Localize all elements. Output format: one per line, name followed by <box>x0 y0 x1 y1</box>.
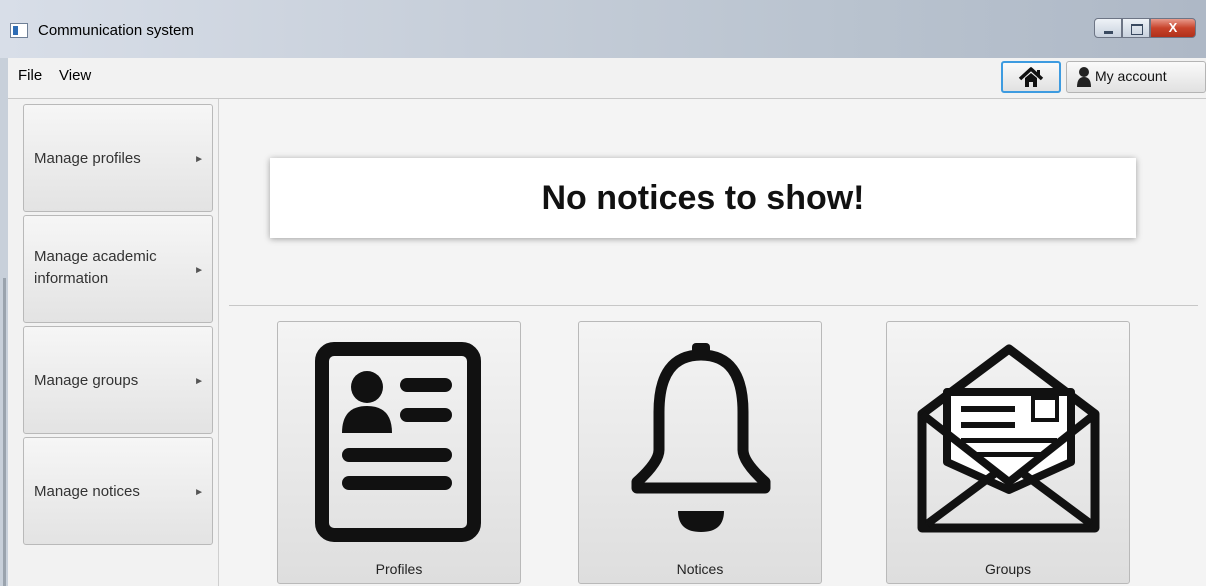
profile-card-icon <box>315 342 481 542</box>
sidebar-item-label: Manage notices <box>34 483 140 500</box>
maximize-button[interactable] <box>1122 18 1150 38</box>
window-controls: X <box>1094 18 1196 40</box>
window-title: Communication system <box>38 22 194 39</box>
main-content: No notices to show! Profiles Notices Gro… <box>219 99 1206 586</box>
notices-tile-button[interactable]: Notices <box>578 321 822 584</box>
bell-icon <box>631 343 771 532</box>
chevron-right-icon: ► <box>194 154 204 165</box>
home-button[interactable] <box>1001 61 1061 93</box>
chevron-right-icon: ► <box>194 265 204 276</box>
sidebar-item-label: Manage groups <box>34 372 139 389</box>
window-frame-left <box>0 58 8 586</box>
minimize-button[interactable] <box>1094 18 1122 38</box>
sidebar: Manage profiles ► Manage academic inform… <box>8 99 219 586</box>
home-icon <box>1018 67 1044 87</box>
my-account-button[interactable]: My account <box>1066 61 1206 93</box>
envelope-icon <box>917 344 1100 533</box>
sidebar-item-manage-academic-information[interactable]: Manage academic information ► <box>23 215 213 323</box>
groups-tile-label: Groups <box>985 561 1031 577</box>
my-account-label: My account <box>1095 68 1167 84</box>
sidebar-item-manage-groups[interactable]: Manage groups ► <box>23 326 213 434</box>
notices-tile-label: Notices <box>676 561 724 577</box>
sidebar-item-manage-notices[interactable]: Manage notices ► <box>23 437 213 545</box>
groups-tile-button[interactable]: Groups <box>886 321 1130 584</box>
menu-bar: File View My account <box>8 58 1206 99</box>
menu-file[interactable]: File <box>18 67 42 84</box>
divider <box>229 305 1198 306</box>
sidebar-item-label: Manage academic information <box>34 248 157 287</box>
menu-view[interactable]: View <box>59 67 91 84</box>
sidebar-item-manage-profiles[interactable]: Manage profiles ► <box>23 104 213 212</box>
app-icon <box>10 23 28 38</box>
chevron-right-icon: ► <box>194 487 204 498</box>
sidebar-item-label: Manage profiles <box>34 150 141 167</box>
app-window: Communication system X File View My acco… <box>0 0 1206 586</box>
profiles-tile-label: Profiles <box>375 561 423 577</box>
title-bar[interactable]: Communication system X <box>0 0 1206 58</box>
close-button[interactable]: X <box>1150 18 1196 38</box>
user-icon <box>1077 67 1091 87</box>
notice-message: No notices to show! <box>270 158 1136 238</box>
chevron-right-icon: ► <box>194 376 204 387</box>
profiles-tile-button[interactable]: Profiles <box>277 321 521 584</box>
